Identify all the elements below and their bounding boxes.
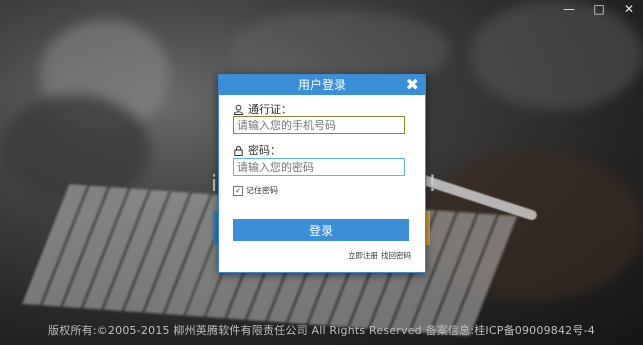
app-window: i ! — □ ✕ 用户登录 ✖ 通行证： 密码： ✓ (0, 0, 643, 345)
maximize-button[interactable]: □ (593, 2, 605, 16)
register-link[interactable]: 立即注册 (348, 250, 378, 261)
password-input[interactable] (233, 158, 405, 176)
background-partial-text: ! (428, 172, 437, 197)
password-label: 密码： (248, 144, 281, 157)
lock-icon (234, 145, 243, 156)
password-label-row: 密码： (233, 142, 281, 158)
login-dialog: 用户登录 ✖ 通行证： 密码： ✓ 记住密码 登录 立即注册 找回密码 (218, 74, 426, 273)
dialog-links: 立即注册 找回密码 (348, 250, 411, 261)
login-button[interactable]: 登录 (233, 219, 409, 241)
account-label-row: 通行证： (233, 101, 292, 117)
background-blur-shape (470, 0, 643, 110)
dialog-title-bar: 用户登录 ✖ (219, 75, 425, 95)
window-controls: — □ ✕ (563, 2, 635, 16)
minimize-button[interactable]: — (563, 2, 575, 16)
remember-password-row: ✓ 记住密码 (233, 185, 278, 196)
remember-password-checkbox[interactable]: ✓ (233, 185, 243, 196)
user-icon (233, 104, 244, 115)
close-window-button[interactable]: ✕ (623, 2, 635, 16)
dialog-close-icon[interactable]: ✖ (406, 75, 419, 95)
account-label: 通行证： (248, 103, 292, 116)
copyright-footer: 版权所有:©2005-2015 柳州英腾软件有限责任公司 All Rights … (48, 324, 595, 337)
forgot-password-link[interactable]: 找回密码 (381, 250, 411, 261)
background-partial-text: i (211, 172, 218, 197)
remember-password-label: 记住密码 (246, 186, 278, 195)
dialog-title: 用户登录 (297, 78, 346, 92)
phone-input[interactable] (233, 116, 405, 134)
